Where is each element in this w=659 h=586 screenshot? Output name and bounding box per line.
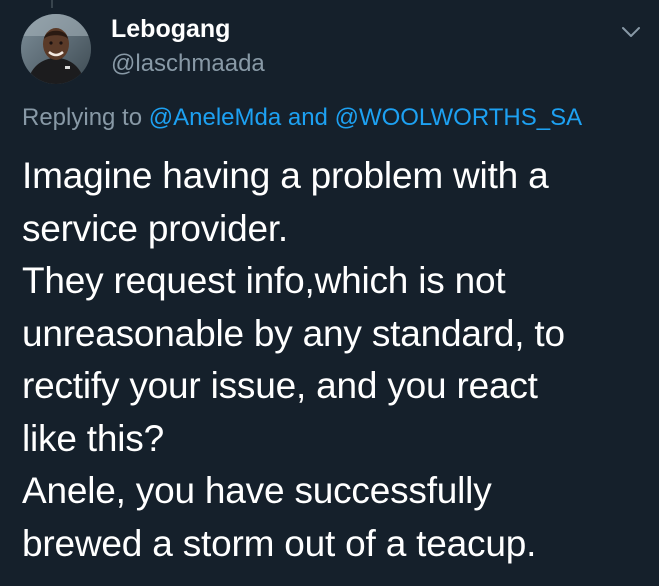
tweet: Lebogang @laschmaada Replying to @AneleM… [0,0,659,586]
tweet-text: Imagine having a problem with a service … [22,150,652,570]
replying-to-prefix: Replying to [22,104,143,131]
avatar[interactable] [21,14,91,84]
tweet-text-line: They request info,which is not [22,260,506,301]
tweet-text-line: like this? [22,417,164,459]
tweet-text-line: brewed a storm out of a teacup. [22,522,537,564]
tweet-text-line: service provider. [22,207,288,249]
mention-joiner: and [287,104,328,131]
avatar-image [21,14,91,84]
author-name[interactable]: Lebogang [111,15,230,44]
replying-to: Replying to @AneleMda and @WOOLWORTHS_SA [22,104,582,132]
tweet-text-line: Anele, you have successfully [22,470,492,511]
mention-link-anelemda[interactable]: @AneleMda [149,104,281,131]
tweet-menu-button[interactable] [619,20,643,44]
thread-connector-line [51,0,53,8]
mention-link-woolworths[interactable]: @WOOLWORTHS_SA [335,104,583,131]
tweet-text-line: unreasonable by any standard, to [22,312,565,354]
chevron-down-icon [622,27,640,37]
author-handle[interactable]: @laschmaada [111,50,265,78]
tweet-text-line: rectify your issue, and you react [22,365,538,406]
tweet-text-line: Imagine having a problem with a [22,155,549,196]
